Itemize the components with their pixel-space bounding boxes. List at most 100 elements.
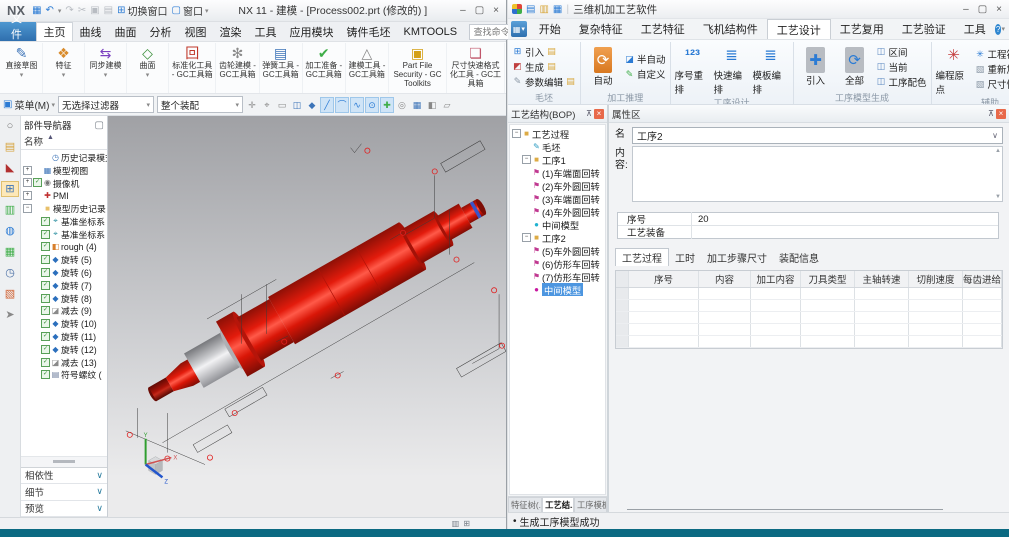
snap-icon-4[interactable]: ◆ <box>306 98 318 112</box>
checkbox[interactable]: ✓ <box>41 370 50 379</box>
tab-file[interactable]: 文件(F) <box>0 22 36 41</box>
tab-step-dimensions[interactable]: 加工步骤尺寸 <box>701 249 773 266</box>
checkbox[interactable]: ✓ <box>41 230 50 239</box>
col-seq[interactable]: 序号 <box>629 271 699 287</box>
ribbon-button-feature[interactable]: ❖ 特征 ▾ <box>43 43 85 93</box>
programming-origin-button[interactable]: ✳编程原点 <box>936 42 972 96</box>
checkbox[interactable]: ✓ <box>41 306 50 315</box>
tab-application[interactable]: 应用模块 <box>283 23 340 41</box>
constraint-navigator-icon[interactable]: ◣ <box>2 161 18 175</box>
renumber-button[interactable]: ¹²³序号重排 <box>675 42 711 96</box>
tab-process-verify[interactable]: 工艺验证 <box>893 20 955 39</box>
section-details[interactable]: 细节∨ <box>21 484 107 501</box>
table-row[interactable]: 工艺装备 <box>618 226 998 238</box>
checkbox[interactable]: ✓ <box>41 217 50 226</box>
tree-item[interactable]: ⚑(4)车外圆回转 <box>510 205 605 218</box>
tree-item[interactable]: ✓⌖基准坐标系 <box>21 228 107 241</box>
tree-item[interactable]: ⚑(2)车外圆回转 <box>510 179 605 192</box>
window-menu-button[interactable]: ▢ 窗口 ▾ <box>172 3 209 18</box>
scroll-down-icon[interactable]: ▼ <box>995 194 1001 200</box>
save-icon[interactable]: ▦ <box>553 4 562 15</box>
tree-item-selected[interactable]: ●中间模型 <box>510 283 605 296</box>
3d-viewport[interactable]: Y X Z <box>108 116 506 517</box>
tab-process[interactable]: 工艺过程 <box>615 248 669 266</box>
content-textarea[interactable]: ▲ ▼ <box>632 146 1003 202</box>
save-icon[interactable]: ▦ <box>32 5 41 16</box>
template-arrange-button[interactable]: ≣模板编排 <box>753 42 789 96</box>
panel-box-icon[interactable]: ▢ <box>95 120 104 131</box>
op-coloring-button[interactable]: ◫工序配色 <box>876 75 927 89</box>
undo-icon[interactable]: ↶ <box>46 5 54 16</box>
snap-icon-7[interactable]: ∿ <box>351 98 363 112</box>
tree-item[interactable]: ✓◆旋转 (10) <box>21 317 107 330</box>
tab-analysis[interactable]: 分析 <box>143 23 178 41</box>
ribbon-button-spring-tools[interactable]: ▤ 弹簧工具 - GC工具箱 <box>260 43 303 93</box>
blank-import-button[interactable]: ⊞引入▤ <box>512 45 576 59</box>
tree-item[interactable]: +▦模型视图 <box>21 164 107 177</box>
close-icon[interactable]: × <box>594 109 604 119</box>
tab-complex-features[interactable]: 复杂特征 <box>570 20 632 39</box>
tree-item[interactable]: ✓◆旋转 (5) <box>21 253 107 266</box>
tree-item[interactable]: ✓◧rough (4) <box>21 241 107 254</box>
tab-process-reuse[interactable]: 工艺复用 <box>831 20 893 39</box>
tab-assembly-info[interactable]: 装配信息 <box>773 249 825 266</box>
assembly-navigator-icon[interactable]: ▤ <box>2 140 18 154</box>
engineering-symbol-button[interactable]: ✳工程符号 <box>975 47 1009 61</box>
checkbox[interactable]: ✓ <box>41 358 50 367</box>
snap-icon-13[interactable]: ▱ <box>441 98 453 112</box>
redo-icon[interactable]: ↷ <box>65 5 73 16</box>
tree-item[interactable]: +✚PMI <box>21 189 107 202</box>
tree-item[interactable]: −■模型历史记录 <box>21 202 107 215</box>
tab-render[interactable]: 渲染 <box>213 23 248 41</box>
pin-icon[interactable]: ⊼ <box>988 109 994 118</box>
pin-icon[interactable]: ⊼ <box>586 109 592 118</box>
section-dependencies[interactable]: 相依性∨ <box>21 468 107 485</box>
table-row[interactable] <box>616 336 1002 348</box>
paste-icon[interactable]: ▤ <box>104 5 113 16</box>
snap-icon-9[interactable]: ✚ <box>381 98 393 112</box>
tree-item[interactable]: ⚑(5)车外圆回转 <box>510 244 605 257</box>
view-button-icon[interactable]: ▥ <box>452 519 460 528</box>
tab-work-hours[interactable]: 工时 <box>669 249 701 266</box>
copy-icon[interactable]: ▣ <box>90 5 99 16</box>
help-icon[interactable]: ? <box>995 24 1002 35</box>
tab-op-template[interactable]: 工序模板 <box>574 497 607 512</box>
help-caret-icon[interactable]: ▾ <box>1001 25 1005 33</box>
ribbon-button-part-file-security[interactable]: ▣ Part File Security - GC Toolkits <box>389 43 447 93</box>
tab-process-features[interactable]: 工艺特征 <box>632 20 694 39</box>
navigator-hscrollbar[interactable] <box>21 456 107 467</box>
tab-feature-tree[interactable]: 特征树(... <box>508 497 542 512</box>
col-machining-content[interactable]: 加工内容 <box>751 271 801 287</box>
quick-dimension-button[interactable]: ▧尺寸快速标注 <box>975 77 1009 91</box>
snap-icon-0[interactable]: ✛ <box>246 98 258 112</box>
ribbon-button-surface[interactable]: ◇ 曲面 ▾ <box>127 43 169 93</box>
snap-icon-3[interactable]: ◫ <box>291 98 303 112</box>
ribbon-button-gear-modeling[interactable]: ✻ 齿轮建模 - GC工具箱 <box>216 43 259 93</box>
reuse-library-icon[interactable]: ◍ <box>2 224 18 238</box>
tree-item[interactable]: ✓◆旋转 (8) <box>21 292 107 305</box>
taskbar[interactable] <box>0 529 1009 537</box>
table-row[interactable] <box>616 312 1002 324</box>
tab-tools[interactable]: 工具 <box>955 20 995 39</box>
cut-icon[interactable]: ✂ <box>78 5 86 16</box>
tab-tools[interactable]: 工具 <box>248 23 283 41</box>
selection-scope-dropdown[interactable]: 整个装配 ▾ <box>157 96 243 113</box>
snap-icon-5[interactable]: ╱ <box>321 98 333 112</box>
cam-close-button[interactable]: × <box>996 4 1002 15</box>
tree-item[interactable]: ●中间模型 <box>510 218 605 231</box>
palette-icon[interactable]: ▧ <box>2 287 18 301</box>
close-icon[interactable]: × <box>996 109 1006 119</box>
col-feed-per-tooth[interactable]: 每齿进给 <box>963 271 1002 287</box>
history-icon[interactable]: ◷ <box>2 266 18 280</box>
table-row[interactable] <box>616 300 1002 312</box>
checkbox[interactable]: ✓ <box>41 332 50 341</box>
tree-item[interactable]: ✓▤符号螺纹 ( <box>21 369 107 382</box>
snap-icon-8[interactable]: ⊙ <box>366 98 378 112</box>
snap-icon-12[interactable]: ◧ <box>426 98 438 112</box>
scroll-up-icon[interactable]: ▲ <box>995 148 1001 154</box>
tab-aircraft-structures[interactable]: 飞机结构件 <box>694 20 767 39</box>
checkbox[interactable]: ✓ <box>41 345 50 354</box>
model-import-button[interactable]: ✚引入 <box>798 47 834 87</box>
scroll-thumb[interactable] <box>53 460 75 463</box>
nx-minimize-button[interactable]: ‒ <box>460 5 466 16</box>
